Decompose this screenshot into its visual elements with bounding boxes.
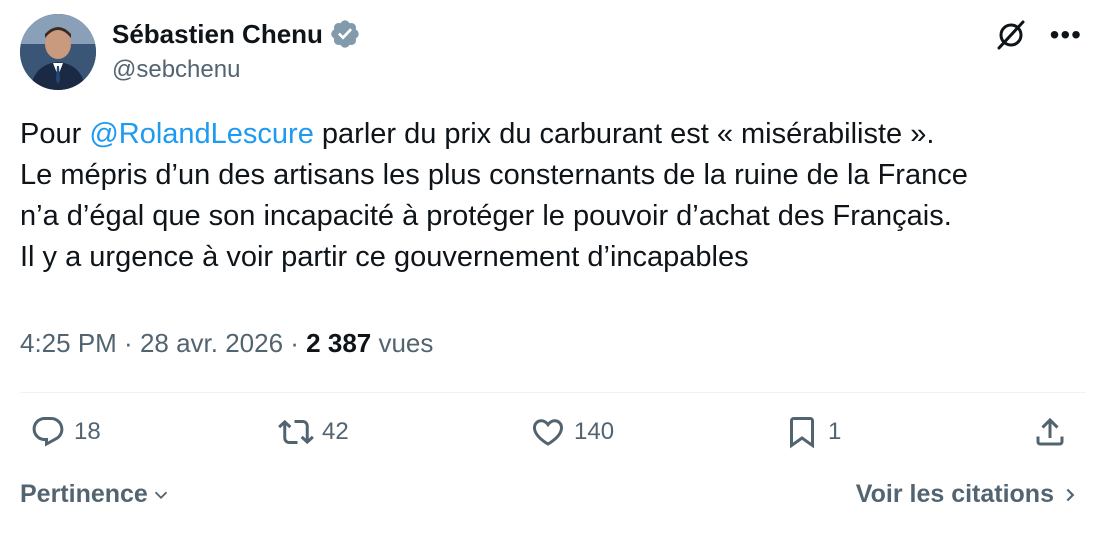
quotes-label: Voir les citations <box>855 480 1054 508</box>
view-quotes-link[interactable]: Voir les citations <box>856 480 1080 509</box>
mention-link[interactable]: @RolandLescure <box>89 118 314 150</box>
tweet-line-1-after: parler du prix du carburant est « miséra… <box>313 118 935 150</box>
author-handle[interactable]: @sebchenu <box>112 56 240 84</box>
like-button[interactable]: 140 <box>530 414 614 450</box>
replies-footer: Pertinence Voir les citations <box>20 480 1086 516</box>
share-icon <box>1036 417 1064 446</box>
reply-count: 18 <box>74 418 101 445</box>
grok-icon[interactable] <box>994 18 1028 57</box>
like-icon <box>532 419 564 446</box>
tweet-date[interactable]: 28 avr. 2026 <box>140 328 283 358</box>
bookmark-button[interactable]: 1 <box>784 414 841 450</box>
divider <box>20 392 1086 393</box>
views-count[interactable]: 2 387 <box>306 328 371 358</box>
tweet-time[interactable]: 4:25 PM <box>20 328 117 358</box>
avatar-image <box>20 14 96 90</box>
repost-icon <box>278 419 314 445</box>
verified-badge-icon[interactable] <box>329 18 361 50</box>
reply-icon <box>32 417 64 447</box>
tweet-line-3: n’a d’égal que son incapacité à protéger… <box>20 200 952 232</box>
like-count: 140 <box>574 418 615 445</box>
sort-label: Pertinence <box>20 480 148 508</box>
bookmark-count: 1 <box>828 418 842 445</box>
share-button[interactable] <box>1032 414 1068 450</box>
bookmark-icon <box>790 417 814 449</box>
author-name[interactable]: Sébastien Chenu <box>112 19 323 50</box>
tweet-line-1: Pour @RolandLescure parler du prix du ca… <box>20 114 1090 155</box>
tweet-line-1-before: Pour <box>20 118 90 150</box>
header-actions: ••• <box>994 18 1082 57</box>
tweet-text: Pour @RolandLescure parler du prix du ca… <box>20 114 1090 278</box>
repost-button[interactable]: 42 <box>278 414 349 450</box>
chevron-right-icon <box>1062 484 1080 506</box>
author-name-row: Sébastien Chenu <box>112 18 361 50</box>
views-label: vues <box>371 328 434 358</box>
avatar[interactable] <box>20 14 96 90</box>
tweet-meta: 4:25 PM · 28 avr. 2026 · 2 387 vues <box>20 328 433 359</box>
meta-separator-2: · <box>283 328 307 358</box>
tweet-header: Sébastien Chenu @sebchenu ••• <box>20 14 1086 90</box>
reply-button[interactable]: 18 <box>30 414 101 450</box>
action-bar: 18 42 140 1 <box>20 414 1086 464</box>
tweet-line-4: Il y a urgence à voir partir ce gouverne… <box>20 241 749 273</box>
chevron-down-icon <box>150 484 172 506</box>
more-icon[interactable]: ••• <box>1050 20 1082 55</box>
tweet-line-2: Le mépris d’un des artisans les plus con… <box>20 159 968 191</box>
repost-count: 42 <box>322 418 349 445</box>
meta-separator: · <box>116 328 140 358</box>
sort-dropdown[interactable]: Pertinence <box>20 480 172 509</box>
